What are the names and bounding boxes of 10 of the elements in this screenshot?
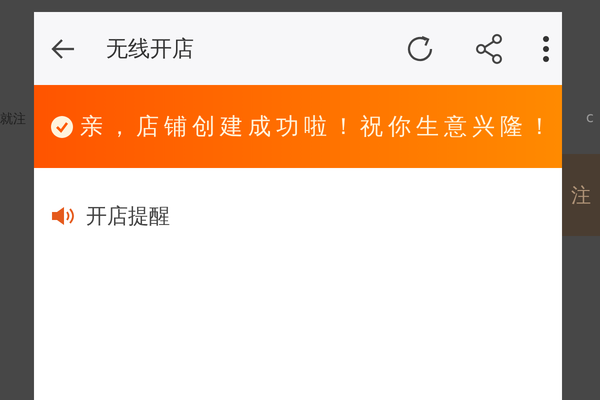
page-title: 无线开店 <box>106 36 195 64</box>
success-message: 亲，店铺创建成功啦！祝你生意兴隆！ <box>80 113 556 142</box>
register-button[interactable]: 注 <box>562 154 600 236</box>
share-icon[interactable] <box>474 32 504 64</box>
check-circle-icon <box>50 114 74 138</box>
background-text: c <box>586 110 595 126</box>
more-icon[interactable] <box>542 34 550 62</box>
speaker-icon <box>50 205 76 227</box>
notice-label: 开店提醒 <box>86 203 170 230</box>
back-icon[interactable] <box>50 38 76 60</box>
